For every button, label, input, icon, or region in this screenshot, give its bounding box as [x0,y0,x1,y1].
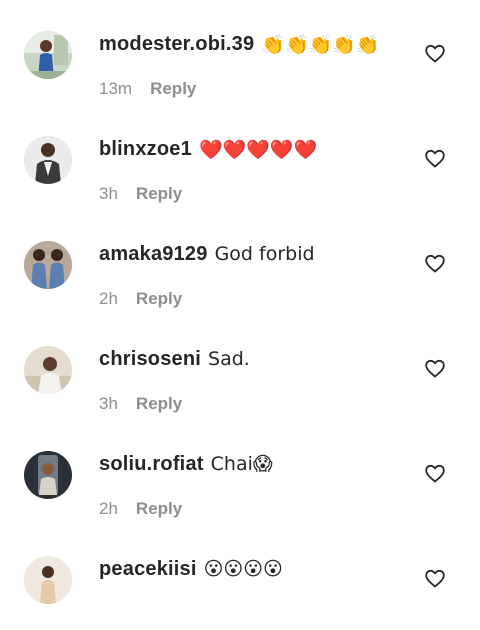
comment-username[interactable]: amaka9129 [99,243,208,266]
comment-time: 3h [99,394,118,413]
comment-username[interactable]: peacekiisi [99,558,197,581]
heart-outline-icon [425,149,445,168]
user-avatar-photo [24,241,72,289]
user-avatar[interactable] [24,31,72,79]
comment-meta: 3h Reply [99,183,182,205]
comment-item: peacekiisi 😮😮😮😮 [0,525,480,630]
comment-username[interactable]: modester.obi.39 [99,33,254,56]
user-avatar-photo [24,556,72,604]
user-avatar[interactable] [24,451,72,499]
user-avatar-photo [24,451,72,499]
heart-outline-icon [425,44,445,63]
reply-button[interactable]: Reply [136,289,182,309]
like-button[interactable] [423,251,447,275]
heart-outline-icon [425,464,445,483]
like-button[interactable] [423,356,447,380]
comment-meta: 13m Reply [99,78,196,100]
comment-list: modester.obi.39 👏👏👏👏👏 13m Reply blinxzoe… [0,0,480,604]
reply-button[interactable]: Reply [136,184,182,204]
heart-outline-icon [425,254,445,273]
user-avatar-photo [24,136,72,184]
reply-button[interactable]: Reply [136,394,182,414]
comment-meta: 3h Reply [99,393,182,415]
user-avatar[interactable] [24,346,72,394]
comment-text: ❤️❤️❤️❤️❤️ [198,138,318,161]
reply-button[interactable]: Reply [136,499,182,519]
comment-item: soliu.rofiat Chai😱 2h Reply [0,420,480,525]
comment-line: blinxzoe1 ❤️❤️❤️❤️❤️ [99,135,317,163]
like-button[interactable] [423,566,447,590]
reply-button[interactable]: Reply [150,79,196,99]
user-avatar[interactable] [24,136,72,184]
user-avatar-photo [24,31,72,79]
comment-time: 2h [99,499,118,518]
comment-username[interactable]: soliu.rofiat [99,453,204,476]
comment-text: 👏👏👏👏👏 [261,33,380,56]
comment-line: soliu.rofiat Chai😱 [99,450,273,478]
comment-line: amaka9129 God forbid [99,240,315,268]
user-avatar[interactable] [24,556,72,604]
comment-text: Sad. [208,348,250,370]
comment-text: God forbid [214,243,315,265]
comment-meta: 2h Reply [99,498,182,520]
like-button[interactable] [423,41,447,65]
heart-outline-icon [425,569,445,588]
user-avatar-photo [24,346,72,394]
user-avatar[interactable] [24,241,72,289]
comment-meta: 2h Reply [99,288,182,310]
like-button[interactable] [423,146,447,170]
comment-line: modester.obi.39 👏👏👏👏👏 [99,30,380,58]
comment-time: 13m [99,79,133,98]
comment-text: 😮😮😮😮 [203,558,283,580]
comment-item: amaka9129 God forbid 2h Reply [0,210,480,315]
like-button[interactable] [423,461,447,485]
comment-item: chrisoseni Sad. 3h Reply [0,315,480,420]
comment-item: modester.obi.39 👏👏👏👏👏 13m Reply [0,0,480,105]
comment-line: chrisoseni Sad. [99,345,250,373]
comment-time: 3h [99,184,118,203]
comment-username[interactable]: chrisoseni [99,348,201,371]
heart-outline-icon [425,359,445,378]
comment-line: peacekiisi 😮😮😮😮 [99,555,283,583]
comment-item: blinxzoe1 ❤️❤️❤️❤️❤️ 3h Reply [0,105,480,210]
comment-text: Chai😱 [210,453,273,475]
comment-time: 2h [99,289,118,308]
comment-username[interactable]: blinxzoe1 [99,138,192,161]
